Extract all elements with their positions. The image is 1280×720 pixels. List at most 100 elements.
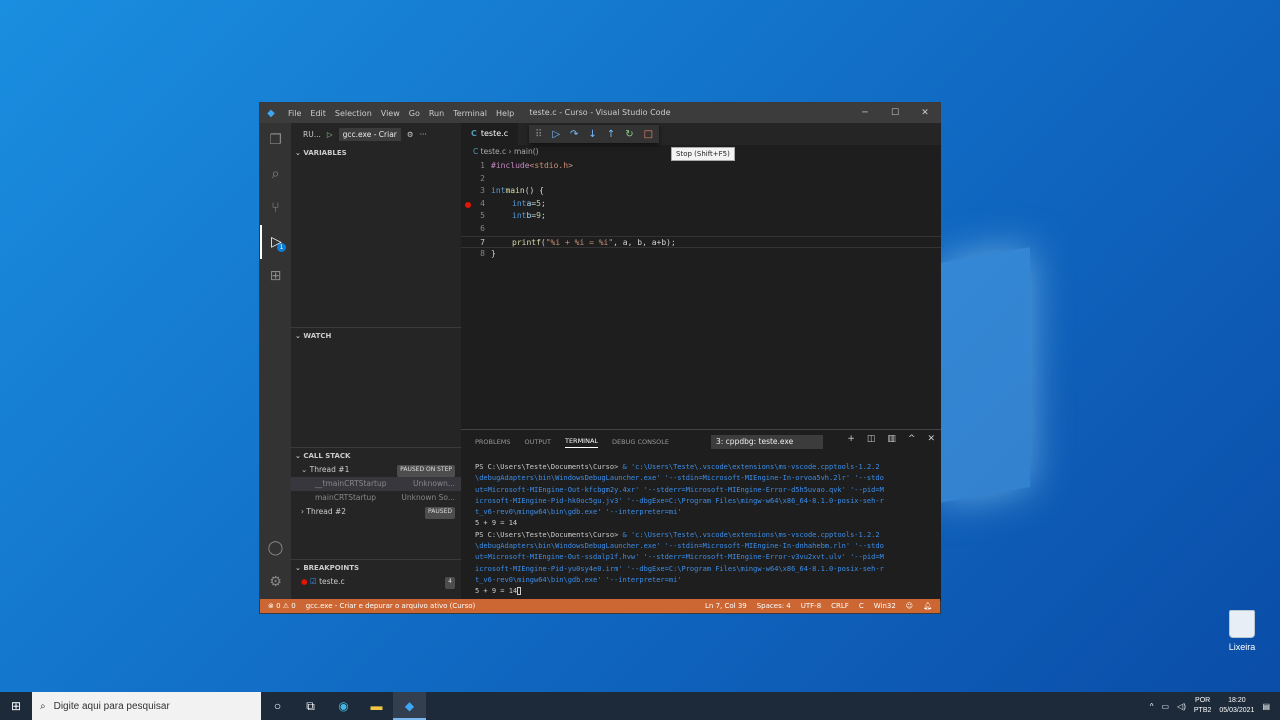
maximize-button[interactable]: ☐ xyxy=(880,103,910,123)
step-into-icon[interactable]: ↓ xyxy=(588,129,596,140)
minimize-button[interactable]: ─ xyxy=(850,103,880,123)
tab-output[interactable]: OUTPUT xyxy=(524,438,551,446)
menu-file[interactable]: File xyxy=(288,109,301,118)
platform[interactable]: Win32 xyxy=(874,602,896,610)
manage-gear-icon[interactable]: ⚙ xyxy=(260,565,291,599)
network-icon[interactable]: ▭ xyxy=(1161,702,1169,711)
watch-section[interactable]: ⌄ WATCH xyxy=(291,327,461,343)
activity-bar: ❐ ⌕ ⑂ ▷ 1 ⊞ ◯ ⚙ xyxy=(260,123,291,601)
debug-badge: 1 xyxy=(277,243,286,252)
breakpoint-item[interactable]: ● ☑ teste.c 4 xyxy=(291,575,461,589)
vscode-logo-icon: ◆ xyxy=(267,107,275,119)
menu-edit[interactable]: Edit xyxy=(310,109,326,118)
encoding[interactable]: UTF-8 xyxy=(801,602,821,610)
vscode-window: ◆ File Edit Selection View Go Run Termin… xyxy=(259,102,941,614)
breakpoint-count: 4 xyxy=(445,577,455,589)
problems-status[interactable]: ⊗ 0 ⚠ 0 xyxy=(268,602,296,610)
call-stack-section[interactable]: ⌄ CALL STACK xyxy=(291,447,461,463)
stack-frame-row[interactable]: mainCRTStartup Unknown So... xyxy=(291,491,461,505)
launch-config-status[interactable]: gcc.exe - Criar e depurar o arquivo ativ… xyxy=(306,602,476,610)
explorer-icon[interactable]: ❐ xyxy=(260,123,291,157)
breakpoints-section[interactable]: ⌄ BREAKPOINTS xyxy=(291,559,461,575)
debug-toolbar: ⠿ ▷ ↷ ↓ ↑ ↻ □ xyxy=(529,125,660,143)
edge-icon[interactable]: ◉ xyxy=(327,699,360,713)
menu-run[interactable]: Run xyxy=(429,109,444,118)
settings-gear-icon[interactable]: ⚙ xyxy=(407,130,414,139)
drag-handle-icon[interactable]: ⠿ xyxy=(535,129,542,140)
start-debug-icon[interactable]: ▷ xyxy=(327,130,333,139)
menu-go[interactable]: Go xyxy=(409,109,420,118)
file-explorer-icon[interactable]: ▬ xyxy=(360,699,393,713)
start-button[interactable]: ⊞ xyxy=(0,699,32,713)
cortana-icon[interactable]: ○ xyxy=(261,699,294,713)
system-tray: ^ ▭ ◁) POR PTB2 18:20 05/03/2021 ▤ xyxy=(1150,696,1280,716)
volume-icon[interactable]: ◁) xyxy=(1177,702,1186,711)
run-view-title: RU... xyxy=(303,129,321,139)
feedback-icon[interactable]: ☺ xyxy=(906,602,913,610)
step-over-icon[interactable]: ↷ xyxy=(570,129,578,140)
extensions-icon[interactable]: ⊞ xyxy=(260,259,291,293)
taskbar: ⊞ ⌕ Digite aqui para pesquisar ○ ⧉ ◉ ▬ ◆… xyxy=(0,692,1280,720)
windows-logo-wallpaper xyxy=(940,247,1030,503)
search-icon[interactable]: ⌕ xyxy=(260,157,291,191)
notifications-bell-icon[interactable]: 🔔︎ xyxy=(923,602,932,610)
account-icon[interactable]: ◯ xyxy=(260,531,291,565)
menu-selection[interactable]: Selection xyxy=(335,109,372,118)
breakpoint-dot-icon: ● xyxy=(301,577,308,586)
indentation[interactable]: Spaces: 4 xyxy=(757,602,791,610)
breakpoint-marker[interactable] xyxy=(465,201,471,208)
recycle-bin-label: Lixeira xyxy=(1228,642,1256,652)
step-out-icon[interactable]: ↑ xyxy=(607,129,615,140)
editor-area: Cteste.c ⠿ ▷ ↷ ↓ ↑ ↻ □ Stop (Shift+F5) C… xyxy=(461,123,941,429)
run-debug-icon[interactable]: ▷ 1 xyxy=(260,225,291,259)
tab-debug-console[interactable]: DEBUG CONSOLE xyxy=(612,438,669,446)
thread-status-badge: PAUSED ON STEP xyxy=(397,465,455,477)
restart-icon[interactable]: ↻ xyxy=(625,129,633,140)
show-hidden-icons-icon[interactable]: ^ xyxy=(1150,702,1154,711)
stop-icon[interactable]: □ xyxy=(644,129,653,140)
menu-terminal[interactable]: Terminal xyxy=(453,109,487,118)
search-icon: ⌕ xyxy=(40,700,46,712)
maximize-panel-icon[interactable]: ^ xyxy=(908,434,916,444)
stack-frame-row[interactable]: __tmainCRTStartup Unknown... xyxy=(291,477,461,491)
taskbar-search[interactable]: ⌕ Digite aqui para pesquisar xyxy=(32,692,261,720)
terminal-select[interactable]: 3: cppdbg: teste.exe xyxy=(711,435,823,449)
menu-help[interactable]: Help xyxy=(496,109,514,118)
continue-icon[interactable]: ▷ xyxy=(552,129,560,140)
more-actions-icon[interactable]: ··· xyxy=(420,130,427,139)
trash-icon[interactable]: ▥ xyxy=(887,434,896,444)
c-file-icon: C xyxy=(471,129,477,138)
code-editor[interactable]: 1 #include <stdio.h> 2 3 int main() { 4 int… xyxy=(461,160,941,261)
source-control-icon[interactable]: ⑂ xyxy=(260,191,291,225)
thread-row[interactable]: › Thread #2 PAUSED xyxy=(291,505,461,519)
terminal-cursor xyxy=(517,587,522,596)
debug-sidebar: RU... ▷ gcc.exe - Criar ⚙ ··· ⌄ VARIABLE… xyxy=(291,123,461,601)
eol[interactable]: CRLF xyxy=(831,602,849,610)
checkbox-icon[interactable]: ☑ xyxy=(310,577,317,586)
bottom-panel: PROBLEMS OUTPUT TERMINAL DEBUG CONSOLE 3… xyxy=(461,429,941,601)
tab-terminal[interactable]: TERMINAL xyxy=(564,437,599,448)
cursor-position[interactable]: Ln 7, Col 39 xyxy=(705,602,747,610)
variables-section[interactable]: ⌄ VARIABLES xyxy=(291,145,461,161)
thread-row[interactable]: ⌄ Thread #1 PAUSED ON STEP xyxy=(291,463,461,477)
recycle-bin[interactable]: Lixeira xyxy=(1222,610,1262,652)
clock[interactable]: 18:20 05/03/2021 xyxy=(1219,696,1254,716)
debug-config-select[interactable]: gcc.exe - Criar xyxy=(338,127,401,141)
tab-teste-c[interactable]: Cteste.c xyxy=(461,123,519,145)
menu-view[interactable]: View xyxy=(381,109,400,118)
status-bar: ⊗ 0 ⚠ 0 gcc.exe - Criar e depurar o arqu… xyxy=(260,599,940,613)
input-language[interactable]: POR PTB2 xyxy=(1194,696,1212,716)
terminal-output[interactable]: PS C:\Users\Teste\Documents\Curso> & 'c:… xyxy=(475,462,931,598)
new-terminal-icon[interactable]: + xyxy=(847,434,855,444)
menu-bar: File Edit Selection View Go Run Terminal… xyxy=(288,109,514,118)
task-view-icon[interactable]: ⧉ xyxy=(294,699,327,714)
stop-tooltip: Stop (Shift+F5) xyxy=(671,147,735,161)
notification-center-icon[interactable]: ▤ xyxy=(1262,702,1270,711)
language-mode[interactable]: C xyxy=(859,602,864,610)
vscode-taskbar-icon[interactable]: ◆ xyxy=(393,692,426,720)
close-panel-icon[interactable]: ✕ xyxy=(927,434,935,444)
thread-status-badge: PAUSED xyxy=(425,507,455,519)
close-button[interactable]: ✕ xyxy=(910,103,940,123)
tab-problems[interactable]: PROBLEMS xyxy=(475,438,510,446)
split-terminal-icon[interactable]: ◫ xyxy=(867,434,876,444)
